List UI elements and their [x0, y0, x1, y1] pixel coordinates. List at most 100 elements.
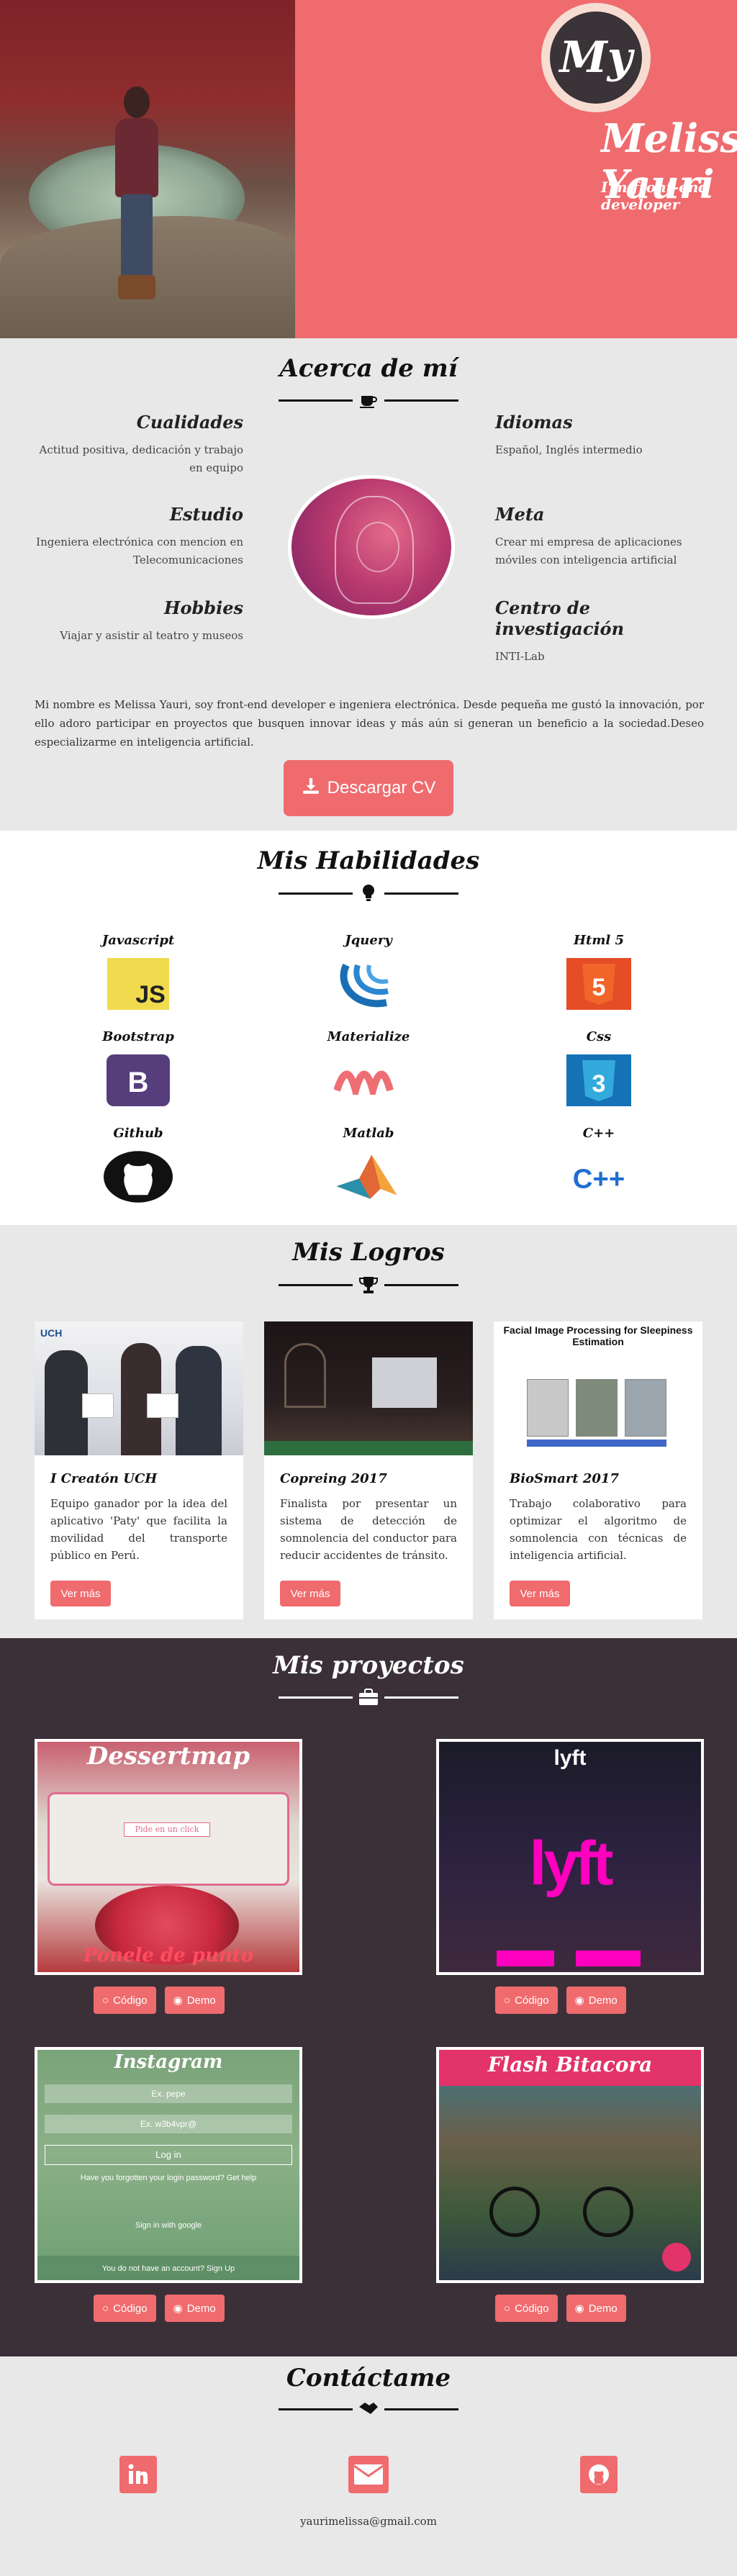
contact-title: Contáctame	[286, 2364, 451, 2392]
skill-css: Css 3	[527, 1029, 671, 1109]
see-more-button[interactable]: Ver más	[50, 1581, 111, 1606]
javascript-logo: JS	[104, 955, 173, 1013]
skill-github: Github	[66, 1126, 210, 1206]
linkedin-icon[interactable]	[119, 2456, 157, 2493]
skills-title: Mis Habilidades	[257, 846, 480, 875]
person-figure	[108, 86, 166, 302]
skills-section: Mis Habilidades Javascript JS Jquery Htm…	[0, 831, 737, 1225]
svg-text:5: 5	[592, 974, 606, 1001]
contact-email[interactable]: yaurimelissa@gmail.com	[0, 2515, 737, 2528]
briefcase-icon	[353, 1689, 384, 1706]
projects-divider	[279, 1689, 458, 1706]
project-instagram-card[interactable]: Instagram Ex. pepe Ex. w3b4vpr@ Log in H…	[35, 2047, 302, 2283]
skills-divider	[279, 884, 458, 903]
code-button[interactable]: ○ Código	[495, 1987, 558, 2014]
quality-cualidades: Cualidades Actitud positiva, dedicación …	[39, 412, 243, 474]
about-divider	[279, 392, 458, 409]
download-icon	[302, 777, 320, 800]
project-lyft-card[interactable]: lyft lyft	[436, 1739, 704, 1975]
contact-section: Contáctame yaurimelissa@gmail.com	[0, 2356, 737, 2576]
project-instagram-actions: ○ Código ◉ Demo	[94, 2295, 225, 2322]
project-flash-bitacora-actions: ○ Código ◉ Demo	[495, 2295, 626, 2322]
achievement-photo: UCH	[35, 1321, 243, 1455]
download-cv-button[interactable]: Descargar CV	[284, 760, 453, 816]
html5-logo: 5	[564, 955, 633, 1013]
achievement-title: BioSmart 2017	[510, 1471, 619, 1486]
skill-matlab: Matlab	[297, 1126, 440, 1206]
achievement-photo: Facial Image Processing for Sleepiness E…	[494, 1321, 702, 1455]
achievements-section: Mis Logros UCH I Creatón UCH Equipo gana…	[0, 1225, 737, 1638]
quality-meta: Meta Crear mi empresa de aplicaciones mó…	[495, 504, 682, 566]
code-button[interactable]: ○ Código	[94, 1987, 156, 2014]
quality-estudio: Estudio Ingeniera electrónica con mencio…	[36, 504, 243, 566]
bio-text: Mi nombre es Melissa Yauri, soy front-en…	[35, 698, 704, 749]
achievement-text: Equipo ganador por la idea del aplicativ…	[50, 1497, 227, 1562]
achievement-card: Copreing 2017 Finalista por presentar un…	[264, 1321, 473, 1619]
achievement-title: I Creatón UCH	[50, 1471, 158, 1486]
skill-jquery: Jquery	[297, 933, 440, 1013]
edit-icon[interactable]	[662, 2243, 691, 2272]
contact-divider	[279, 2401, 458, 2417]
profile-photo	[0, 0, 295, 338]
svg-text:JS: JS	[135, 981, 166, 1008]
achievements-title: Mis Logros	[292, 1238, 445, 1267]
project-flash-bitacora-card[interactable]: Flash Bitacora	[436, 2047, 704, 2283]
demo-button[interactable]: ◉ Demo	[566, 2295, 626, 2322]
eye-icon: ◉	[173, 2302, 183, 2315]
achievement-title: Copreing 2017	[280, 1471, 387, 1486]
skill-cpp: C++ C++	[527, 1126, 671, 1206]
about-title: Acerca de mí	[279, 354, 458, 383]
site-logo[interactable]: My	[541, 3, 651, 112]
lightbulb-icon	[353, 884, 384, 903]
achievements-divider	[279, 1275, 458, 1294]
hero-info-panel: My Melissa Yauri I'm front-end developer	[295, 0, 737, 338]
download-cv-label: Descargar CV	[327, 778, 436, 797]
github-icon: ○	[504, 2302, 511, 2315]
demo-button[interactable]: ◉ Demo	[566, 1987, 626, 2014]
svg-text:3: 3	[592, 1070, 606, 1098]
projects-section: Mis proyectos Dessertmap Pide en un clic…	[0, 1638, 737, 2356]
matlab-logo	[334, 1148, 403, 1206]
handshake-icon	[353, 2401, 384, 2417]
materialize-logo	[334, 1052, 403, 1109]
skill-javascript: Javascript JS	[66, 933, 210, 1013]
skill-html5: Html 5 5	[527, 933, 671, 1013]
portrait-illustration	[288, 475, 455, 619]
code-button[interactable]: ○ Código	[495, 2295, 558, 2322]
svg-text:B: B	[128, 1067, 149, 1098]
coffee-icon	[353, 392, 384, 409]
see-more-button[interactable]: Ver más	[510, 1581, 570, 1606]
demo-button[interactable]: ◉ Demo	[164, 2295, 225, 2322]
eye-icon: ◉	[173, 1994, 183, 2007]
github-logo	[104, 1148, 173, 1206]
skill-bootstrap: Bootstrap B	[66, 1029, 210, 1109]
achievement-card: Facial Image Processing for Sleepiness E…	[494, 1321, 702, 1619]
achievement-text: Finalista por presentar un sistema de de…	[280, 1497, 457, 1562]
achievement-card: UCH I Creatón UCH Equipo ganador por la …	[35, 1321, 243, 1619]
projects-title: Mis proyectos	[273, 1651, 464, 1680]
demo-button[interactable]: ◉ Demo	[164, 1987, 225, 2014]
code-button[interactable]: ○ Código	[94, 2295, 156, 2322]
achievement-photo	[264, 1321, 473, 1455]
svg-text:C++: C++	[573, 1163, 625, 1194]
github-contact-icon[interactable]	[580, 2456, 618, 2493]
project-dessertmap-card[interactable]: Dessertmap Pide en un click Ponele de pu…	[35, 1739, 302, 1975]
github-icon: ○	[504, 1994, 511, 2007]
about-section: Acerca de mí Cualidades Actitud positiva…	[0, 338, 737, 831]
logo-text: My	[550, 12, 642, 104]
project-dessertmap-actions: ○ Código ◉ Demo	[94, 1987, 225, 2014]
quality-centro: Centro de investigación INTI-Lab	[495, 597, 625, 663]
mail-icon[interactable]	[348, 2456, 389, 2493]
eye-icon: ◉	[574, 2302, 584, 2315]
hero-role: I'm front-end developer	[601, 178, 709, 213]
jquery-logo	[334, 955, 403, 1013]
achievement-text: Trabajo colaborativo para optimizar el a…	[510, 1497, 687, 1562]
eye-icon: ◉	[574, 1994, 584, 2007]
skill-materialize: Materialize	[297, 1029, 440, 1109]
css3-logo: 3	[564, 1052, 633, 1109]
see-more-button[interactable]: Ver más	[280, 1581, 340, 1606]
quality-idiomas: Idiomas Español, Inglés intermedio	[495, 412, 643, 456]
github-icon: ○	[102, 1994, 109, 2007]
quality-hobbies: Hobbies Viajar y asistir al teatro y mus…	[60, 597, 243, 642]
trophy-icon	[353, 1275, 384, 1294]
